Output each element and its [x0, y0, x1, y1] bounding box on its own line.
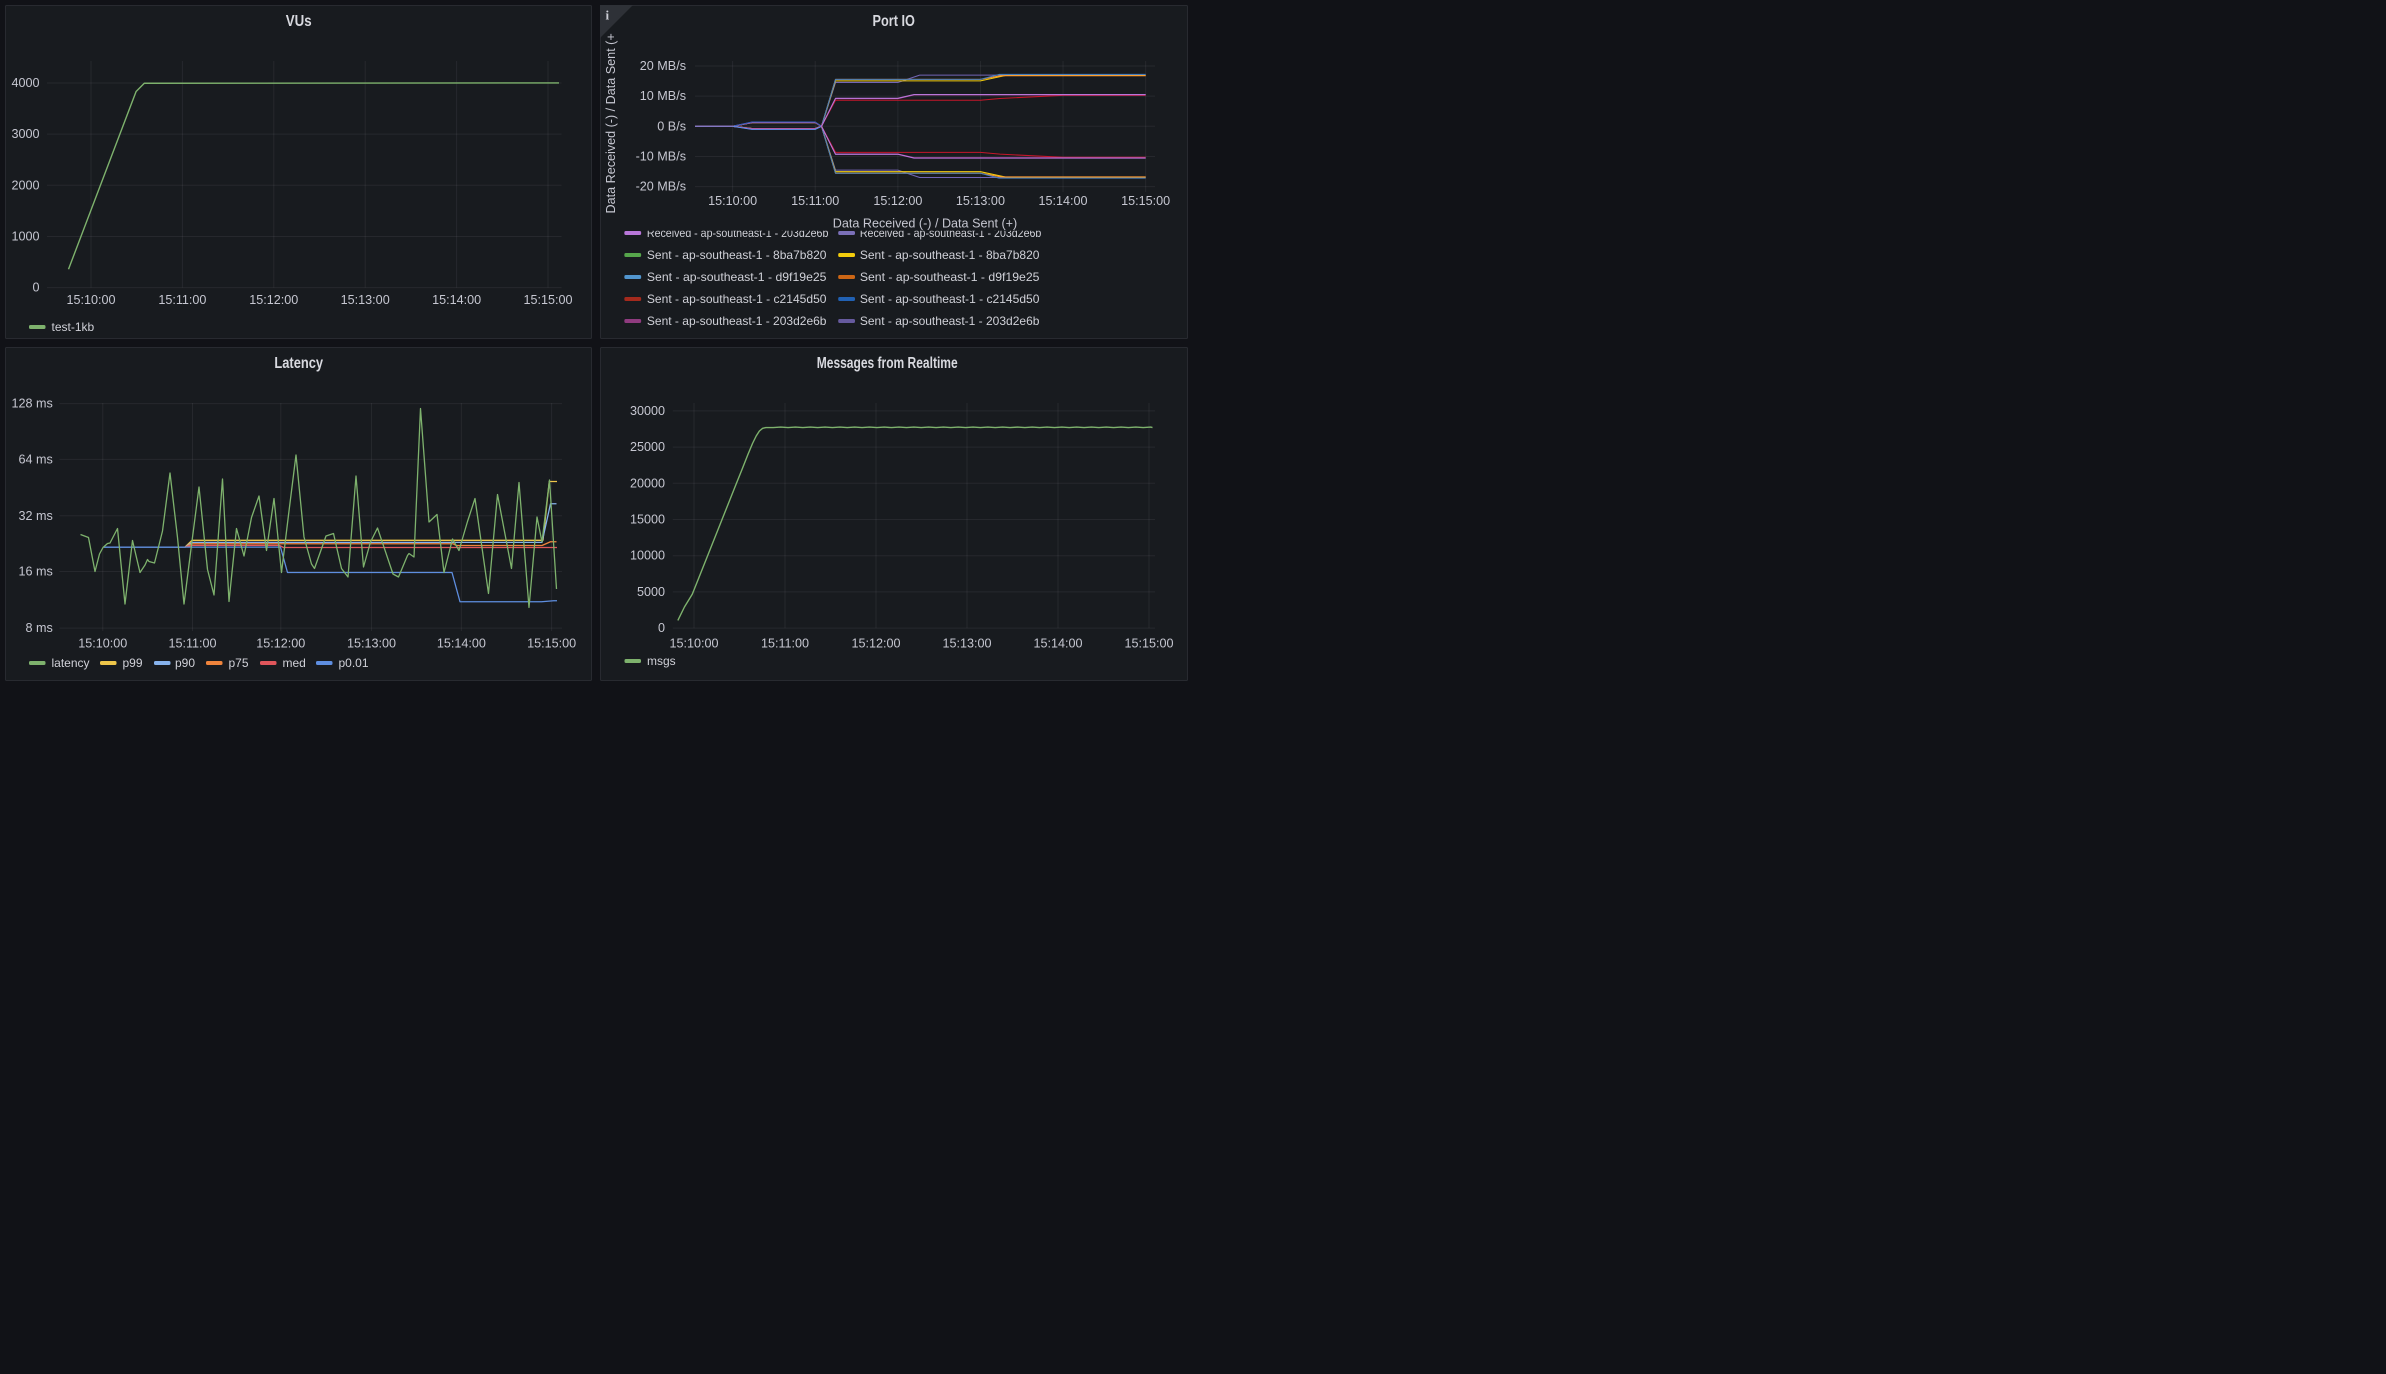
svg-text:test-1kb: test-1kb [51, 320, 94, 334]
svg-text:15:11:00: 15:11:00 [761, 637, 809, 651]
svg-text:20 MB/s: 20 MB/s [640, 59, 686, 73]
svg-text:15:11:00: 15:11:00 [158, 293, 206, 307]
svg-text:-10 MB/s: -10 MB/s [636, 149, 686, 163]
svg-text:15:15:00: 15:15:00 [1124, 637, 1173, 651]
svg-text:128 ms: 128 ms [11, 397, 52, 411]
svg-text:i: i [606, 8, 610, 23]
svg-text:8 ms: 8 ms [25, 621, 52, 635]
svg-text:64 ms: 64 ms [18, 452, 52, 466]
svg-text:15:12:00: 15:12:00 [249, 293, 298, 307]
svg-text:Sent - ap-southeast-1 - 203d2e: Sent - ap-southeast-1 - 203d2e6b [647, 314, 827, 328]
svg-text:15:12:00: 15:12:00 [256, 637, 305, 651]
svg-text:2000: 2000 [11, 178, 39, 192]
svg-text:15:13:00: 15:13:00 [942, 637, 991, 651]
svg-text:15:10:00: 15:10:00 [669, 637, 718, 651]
svg-text:15:15:00: 15:15:00 [523, 293, 572, 307]
svg-text:16 ms: 16 ms [18, 565, 52, 579]
svg-text:Messages from Realtime: Messages from Realtime [817, 355, 958, 372]
svg-text:20000: 20000 [630, 476, 665, 490]
svg-text:Latency: Latency [274, 355, 323, 372]
svg-text:-20 MB/s: -20 MB/s [636, 180, 686, 194]
svg-text:10 MB/s: 10 MB/s [640, 89, 686, 103]
svg-text:msgs: msgs [647, 654, 676, 668]
svg-text:10000: 10000 [630, 549, 665, 563]
svg-text:15:11:00: 15:11:00 [791, 194, 839, 208]
svg-text:15:14:00: 15:14:00 [1033, 637, 1082, 651]
svg-text:latency: latency [51, 656, 89, 670]
svg-text:Sent - ap-southeast-1 - c2145d: Sent - ap-southeast-1 - c2145d50 [647, 292, 827, 306]
svg-text:p75: p75 [228, 656, 248, 670]
svg-text:Sent - ap-southeast-1 - d9f19e: Sent - ap-southeast-1 - d9f19e25 [647, 270, 827, 284]
svg-text:p90: p90 [175, 656, 195, 670]
svg-text:Sent - ap-southeast-1 - 8ba7b8: Sent - ap-southeast-1 - 8ba7b820 [860, 248, 1040, 262]
svg-text:15:14:00: 15:14:00 [432, 293, 481, 307]
svg-text:15:14:00: 15:14:00 [436, 637, 485, 651]
svg-text:0: 0 [658, 621, 665, 635]
svg-text:5000: 5000 [637, 585, 665, 599]
svg-text:med: med [282, 656, 305, 670]
svg-text:15:14:00: 15:14:00 [1039, 194, 1088, 208]
svg-text:25000: 25000 [630, 440, 665, 454]
svg-text:30000: 30000 [630, 404, 665, 418]
svg-text:32 ms: 32 ms [18, 509, 52, 523]
svg-text:Sent - ap-southeast-1 - 203d2e: Sent - ap-southeast-1 - 203d2e6b [860, 314, 1040, 328]
svg-text:Data Received (-) / Data Sent: Data Received (-) / Data Sent (+ [604, 33, 618, 213]
svg-text:3000: 3000 [11, 127, 39, 141]
svg-text:15:13:00: 15:13:00 [340, 293, 389, 307]
svg-text:15:12:00: 15:12:00 [873, 194, 922, 208]
svg-text:15:10:00: 15:10:00 [66, 293, 115, 307]
svg-text:1000: 1000 [11, 229, 39, 243]
svg-text:Sent - ap-southeast-1 - d9f19e: Sent - ap-southeast-1 - d9f19e25 [860, 270, 1040, 284]
svg-text:15:15:00: 15:15:00 [1121, 194, 1170, 208]
svg-text:15:10:00: 15:10:00 [708, 194, 757, 208]
svg-text:0: 0 [32, 281, 39, 295]
svg-text:4000: 4000 [11, 76, 39, 90]
svg-text:15:13:00: 15:13:00 [956, 194, 1005, 208]
svg-text:p99: p99 [122, 656, 142, 670]
svg-text:15:12:00: 15:12:00 [851, 637, 900, 651]
svg-text:15:11:00: 15:11:00 [168, 637, 216, 651]
svg-text:Port IO: Port IO [873, 13, 915, 30]
svg-text:Received - ap-southeast-1 - 20: Received - ap-southeast-1 - 203d2e6b [647, 226, 829, 240]
svg-text:Sent - ap-southeast-1 - c2145d: Sent - ap-southeast-1 - c2145d50 [860, 292, 1040, 306]
svg-text:15000: 15000 [630, 513, 665, 527]
svg-text:15:13:00: 15:13:00 [347, 637, 396, 651]
svg-text:p0.01: p0.01 [338, 656, 368, 670]
svg-text:0 B/s: 0 B/s [657, 119, 686, 133]
svg-text:Sent - ap-southeast-1 - 8ba7b8: Sent - ap-southeast-1 - 8ba7b820 [647, 248, 827, 262]
svg-text:15:15:00: 15:15:00 [527, 637, 576, 651]
svg-text:VUs: VUs [285, 13, 311, 30]
svg-text:15:10:00: 15:10:00 [78, 637, 127, 651]
svg-text:Data Received (-) / Data Sent: Data Received (-) / Data Sent (+) [833, 217, 1017, 231]
